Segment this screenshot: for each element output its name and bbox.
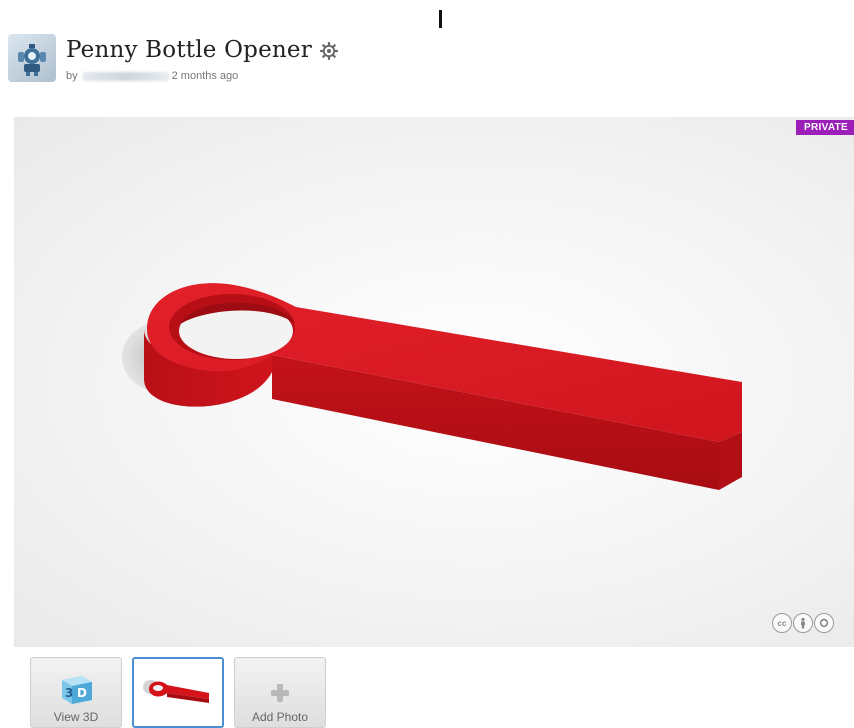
creative-commons-icon[interactable]: cc bbox=[772, 613, 792, 633]
view-3d-label: View 3D bbox=[53, 710, 99, 724]
attribution-icon[interactable] bbox=[793, 613, 813, 633]
svg-text:D: D bbox=[77, 686, 87, 700]
author-link[interactable] bbox=[81, 71, 170, 81]
design-header: Penny Bottle Opener by 2 months ago bbox=[8, 34, 338, 94]
model-viewer[interactable]: PRIVATE cc bbox=[14, 117, 854, 647]
bottle-opener-model bbox=[122, 283, 742, 490]
thumbnail-strip: 3 D View 3D Add Photo bbox=[30, 657, 326, 728]
time-ago: 2 months ago bbox=[171, 70, 239, 82]
plus-icon bbox=[271, 684, 289, 702]
gear-icon[interactable] bbox=[319, 41, 338, 60]
page-title: Penny Bottle Opener bbox=[66, 37, 312, 63]
bottle-opener-thumbnail bbox=[143, 679, 209, 703]
view-3d-button[interactable]: 3 D View 3D bbox=[30, 657, 122, 728]
byline: by 2 months ago bbox=[66, 70, 338, 82]
text-cursor bbox=[439, 10, 442, 28]
private-badge: PRIVATE bbox=[796, 120, 854, 135]
add-photo-label: Add Photo bbox=[251, 710, 309, 724]
3d-cube-icon: 3 D bbox=[62, 676, 92, 704]
add-photo-button[interactable]: Add Photo bbox=[234, 657, 326, 728]
svg-text:3: 3 bbox=[65, 686, 73, 700]
by-prefix: by bbox=[66, 70, 78, 82]
no-derivatives-icon[interactable] bbox=[814, 613, 834, 633]
robot-avatar-icon[interactable] bbox=[8, 34, 56, 82]
license-icons[interactable]: cc bbox=[772, 613, 834, 633]
thumbnail-model-image[interactable] bbox=[132, 657, 224, 728]
page: Penny Bottle Opener by 2 months ago PRIV… bbox=[0, 0, 854, 728]
